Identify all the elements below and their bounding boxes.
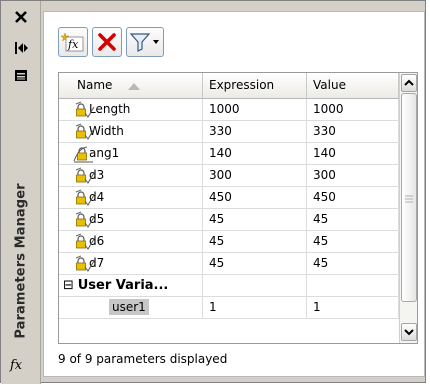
linear-constraint-lock-icon (73, 233, 95, 251)
group-row-user-variables[interactable]: ⊟ User Varia... (59, 275, 399, 297)
cell-name[interactable]: d3 (59, 165, 203, 186)
cell-expression[interactable]: 450 (203, 187, 307, 208)
column-header-value[interactable]: Value (307, 73, 399, 98)
table-row[interactable]: d7 45 45 (59, 253, 399, 275)
angular-constraint-lock-icon (73, 145, 95, 163)
collapse-icon[interactable]: ⊟ (63, 278, 74, 293)
cell-name[interactable]: d7 (59, 253, 203, 274)
vertical-scrollbar[interactable] (399, 73, 417, 343)
cell-expression[interactable]: 1 (203, 297, 307, 318)
fx-icon: fx (10, 358, 23, 373)
table-row[interactable]: d6 45 45 (59, 231, 399, 253)
cell-expression[interactable]: 45 (203, 253, 307, 274)
cell-name[interactable]: d4 (59, 187, 203, 208)
group-value-cell (307, 275, 399, 296)
grip-icon (405, 195, 413, 203)
palette-title-bar: Parameters Manager fx (1, 1, 41, 384)
sort-ascending-icon (128, 83, 140, 90)
scrollbar-thumb[interactable] (401, 93, 417, 302)
table-row[interactable]: Width 330 330 (59, 121, 399, 143)
table-row[interactable]: d3 300 300 (59, 165, 399, 187)
cell-expression[interactable]: 300 (203, 165, 307, 186)
new-user-parameter-icon: fx (60, 32, 84, 52)
filter-icon (129, 33, 159, 52)
cell-value: 45 (307, 231, 399, 252)
table-row-user[interactable]: user1 1 1 (59, 297, 399, 319)
close-icon[interactable] (9, 7, 33, 29)
linear-constraint-lock-icon (73, 255, 95, 273)
table-row[interactable]: d5 45 45 (59, 209, 399, 231)
cell-name[interactable]: d6 (59, 231, 203, 252)
cell-expression[interactable]: 330 (203, 121, 307, 142)
table-row[interactable]: Length 1000 1000 (59, 99, 399, 121)
cell-name[interactable]: user1 (59, 297, 203, 318)
column-header-expression[interactable]: Expression (203, 73, 307, 98)
linear-constraint-lock-icon (73, 189, 95, 207)
column-header-name[interactable]: Name (59, 73, 203, 98)
cell-value: 1 (307, 297, 399, 318)
chevron-up-icon (404, 79, 414, 86)
cell-value: 45 (307, 209, 399, 230)
palette-title: Parameters Manager (3, 171, 39, 351)
chevron-down-icon (404, 329, 414, 336)
linear-constraint-lock-icon (73, 211, 95, 229)
linear-constraint-lock-icon (73, 167, 95, 185)
cell-value: 330 (307, 121, 399, 142)
table-row[interactable]: d4 450 450 (59, 187, 399, 209)
group-expression-cell (203, 275, 307, 296)
status-text: 9 of 9 parameters displayed (58, 352, 228, 366)
parameters-manager-palette: Parameters Manager fx fx Name Expression… (0, 0, 426, 384)
group-label[interactable]: ⊟ User Varia... (59, 275, 203, 296)
filter-button[interactable] (126, 27, 164, 57)
scroll-up-button[interactable] (401, 74, 417, 92)
delete-button[interactable] (92, 27, 122, 57)
cell-value: 140 (307, 143, 399, 164)
cell-expression[interactable]: 140 (203, 143, 307, 164)
cell-value: 450 (307, 187, 399, 208)
cell-name[interactable]: Width (59, 121, 203, 142)
main-content: fx Name Expression Value Length 1000 100… (43, 11, 425, 377)
svg-text:fx: fx (67, 38, 79, 51)
new-user-parameter-button[interactable]: fx (58, 27, 88, 57)
linear-constraint-lock-icon (73, 123, 95, 141)
palette-title-text: Parameters Manager (13, 183, 29, 339)
cell-expression[interactable]: 1000 (203, 99, 307, 120)
linear-constraint-lock-icon (73, 101, 95, 119)
cell-name[interactable]: ang1 (59, 143, 203, 164)
cell-expression[interactable]: 45 (203, 209, 307, 230)
grid-header: Name Expression Value (59, 73, 399, 99)
parameters-grid: Name Expression Value Length 1000 1000 Widt… (58, 72, 418, 344)
properties-icon[interactable] (9, 65, 33, 87)
scroll-down-button[interactable] (401, 323, 417, 341)
cell-name[interactable]: Length (59, 99, 203, 120)
delete-icon (98, 33, 116, 51)
auto-hide-icon[interactable] (9, 37, 33, 59)
cell-value: 300 (307, 165, 399, 186)
cell-name[interactable]: d5 (59, 209, 203, 230)
cell-expression[interactable]: 45 (203, 231, 307, 252)
cell-value: 1000 (307, 99, 399, 120)
cell-value: 45 (307, 253, 399, 274)
table-row[interactable]: ang1 140 140 (59, 143, 399, 165)
